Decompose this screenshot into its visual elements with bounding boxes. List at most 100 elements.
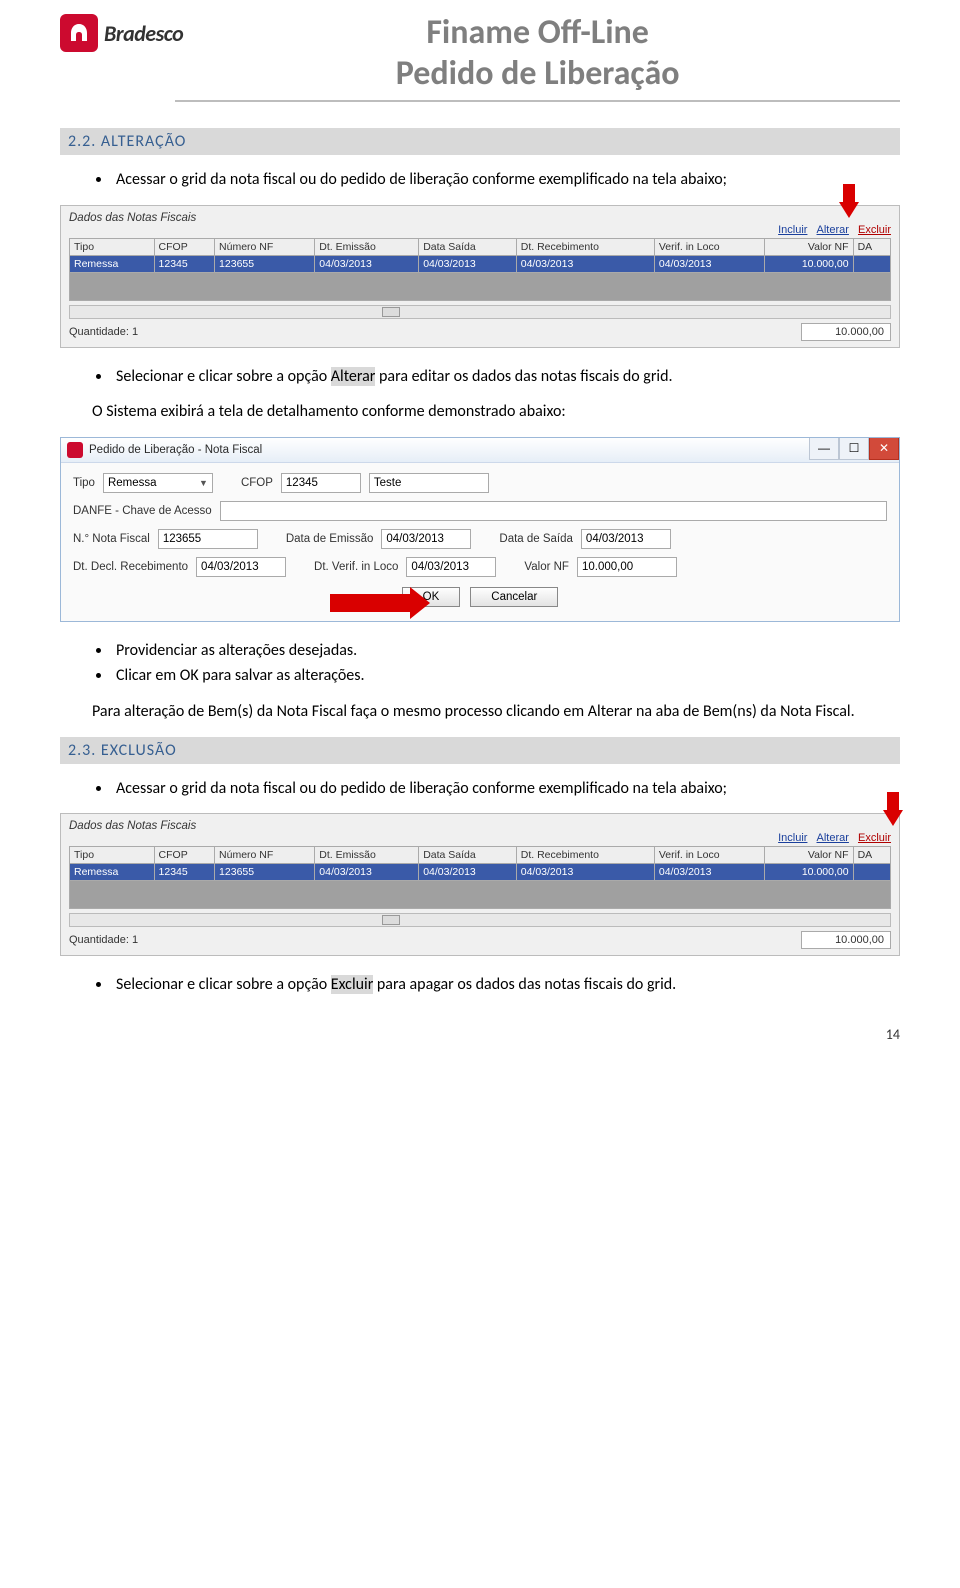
cell-receb: 04/03/2013: [516, 255, 654, 272]
nnota-input[interactable]: [158, 529, 258, 549]
page-header: Bradesco Finame Off-Line Pedido de Liber…: [60, 12, 900, 118]
tipo-value: Remessa: [108, 477, 157, 489]
dialog-titlebar[interactable]: Pedido de Liberação - Nota Fiscal — ☐ ✕: [61, 438, 899, 463]
arrow-tip-icon: [410, 587, 430, 619]
cell-saida: 04/03/2013: [419, 255, 517, 272]
bullet-list: Providenciar as alterações desejadas. Cl…: [60, 640, 900, 687]
cell-tipo: Remessa: [70, 864, 155, 881]
bullet-list: Acessar o grid da nota fiscal ou do pedi…: [60, 169, 900, 191]
col-da: DA: [853, 847, 890, 864]
minimize-button[interactable]: —: [809, 438, 839, 460]
title-underline: [175, 100, 900, 102]
col-numero: Número NF: [215, 238, 315, 255]
cell-emissao: 04/03/2013: [315, 864, 419, 881]
cell-valor: 10.000,00: [765, 864, 853, 881]
bullet-list: Selecionar e clicar sobre a opção Altera…: [60, 366, 900, 388]
notas-grid[interactable]: Tipo CFOP Número NF Dt. Emissão Data Saí…: [69, 846, 891, 909]
nota-fiscal-dialog: Pedido de Liberação - Nota Fiscal — ☐ ✕ …: [60, 437, 900, 622]
link-incluir[interactable]: Incluir: [778, 224, 807, 236]
label-dtrec: Dt. Decl. Recebimento: [73, 561, 188, 573]
bullet-item: Selecionar e clicar sobre a opção Altera…: [112, 366, 900, 388]
app-icon: [67, 442, 83, 458]
col-valor: Valor NF: [765, 238, 853, 255]
cell-verif: 04/03/2013: [654, 255, 764, 272]
horizontal-scrollbar[interactable]: [69, 913, 891, 927]
danfe-input[interactable]: [220, 501, 887, 521]
close-button[interactable]: ✕: [869, 438, 899, 460]
col-saida: Data Saída: [419, 238, 517, 255]
bullet-item: Acessar o grid da nota fiscal ou do pedi…: [112, 778, 900, 800]
col-cfop: CFOP: [154, 238, 215, 255]
notas-panel: Dados das Notas Fiscais Incluir Alterar …: [60, 205, 900, 348]
qty-value: 1: [132, 934, 138, 946]
text: para apagar os dados das notas fiscais d…: [373, 975, 676, 994]
col-saida: Data Saída: [419, 847, 517, 864]
dtsai-input[interactable]: [581, 529, 671, 549]
col-receb: Dt. Recebimento: [516, 238, 654, 255]
panel-action-links: Incluir Alterar Excluir: [69, 224, 891, 236]
col-cfop: CFOP: [154, 847, 215, 864]
table-empty-row: [70, 881, 891, 909]
cell-numero: 123655: [215, 255, 315, 272]
scroll-thumb[interactable]: [382, 915, 400, 925]
brand-text: Bradesco: [104, 20, 183, 47]
doc-title-1: Finame Off-Line: [175, 12, 900, 53]
notas-panel: Dados das Notas Fiscais Incluir Alterar …: [60, 813, 900, 956]
dtver-input[interactable]: [406, 557, 496, 577]
col-tipo: Tipo: [70, 847, 155, 864]
notas-grid[interactable]: Tipo CFOP Número NF Dt. Emissão Data Saí…: [69, 238, 891, 301]
bullet-list: Selecionar e clicar sobre a opção Exclui…: [60, 974, 900, 996]
label-tipo: Tipo: [73, 477, 95, 489]
text: para editar os dados das notas fiscais d…: [375, 367, 672, 386]
cell-valor: 10.000,00: [765, 255, 853, 272]
cell-saida: 04/03/2013: [419, 864, 517, 881]
link-alterar[interactable]: Alterar: [817, 224, 849, 236]
total-box: 10.000,00: [801, 323, 891, 341]
table-row[interactable]: Remessa 12345 123655 04/03/2013 04/03/20…: [70, 864, 891, 881]
tipo-select[interactable]: Remessa ▼: [103, 473, 213, 493]
red-arrow-icon: [883, 810, 903, 826]
highlight-excluir: Excluir: [331, 975, 373, 994]
cell-emissao: 04/03/2013: [315, 255, 419, 272]
col-valor: Valor NF: [765, 847, 853, 864]
red-arrow-to-ok: [330, 587, 430, 619]
page-number: 14: [60, 1026, 900, 1043]
link-incluir[interactable]: Incluir: [778, 832, 807, 844]
cell-numero: 123655: [215, 864, 315, 881]
valor-input[interactable]: [577, 557, 677, 577]
cfop-desc-input[interactable]: [369, 473, 489, 493]
table-empty-row: [70, 272, 891, 300]
cfop-input[interactable]: [281, 473, 361, 493]
link-excluir[interactable]: Excluir: [858, 832, 891, 844]
label-dtemi: Data de Emissão: [286, 533, 374, 545]
dtemi-input[interactable]: [381, 529, 471, 549]
window-buttons: — ☐ ✕: [809, 438, 899, 460]
table-header-row: Tipo CFOP Número NF Dt. Emissão Data Saí…: [70, 238, 891, 255]
bradesco-logo-icon: [60, 14, 98, 52]
dialog-button-row: OK Cancelar: [73, 587, 887, 607]
grid-screenshot-alterar: Dados das Notas Fiscais Incluir Alterar …: [60, 205, 900, 348]
panel-footer: Quantidade: 1 10.000,00: [69, 323, 891, 341]
horizontal-scrollbar[interactable]: [69, 305, 891, 319]
table-row[interactable]: Remessa 12345 123655 04/03/2013 04/03/20…: [70, 255, 891, 272]
link-excluir[interactable]: Excluir: [858, 224, 891, 236]
maximize-button[interactable]: ☐: [839, 438, 869, 460]
link-alterar[interactable]: Alterar: [817, 832, 849, 844]
col-verif: Verif. in Loco: [654, 238, 764, 255]
highlight-alterar: Alterar: [331, 367, 376, 386]
text: Selecionar e clicar sobre a opção: [116, 975, 331, 994]
dtrec-input[interactable]: [196, 557, 286, 577]
arrow-stem: [887, 792, 899, 812]
scroll-thumb[interactable]: [382, 307, 400, 317]
section-heading-22: 2.2. ALTERAÇÃO: [60, 128, 900, 155]
table-header-row: Tipo CFOP Número NF Dt. Emissão Data Saí…: [70, 847, 891, 864]
text: Selecionar e clicar sobre a opção: [116, 367, 331, 386]
arrow-shaft: [330, 594, 410, 612]
dialog-form: Tipo Remessa ▼ CFOP DANFE - Chave de Ace…: [61, 463, 899, 621]
panel-title: Dados das Notas Fiscais: [69, 820, 891, 832]
col-emissao: Dt. Emissão: [315, 847, 419, 864]
bullet-item: Acessar o grid da nota fiscal ou do pedi…: [112, 169, 900, 191]
cancel-button[interactable]: Cancelar: [470, 587, 558, 607]
dialog-title: Pedido de Liberação - Nota Fiscal: [89, 444, 262, 456]
grid-screenshot-excluir: Dados das Notas Fiscais Incluir Alterar …: [60, 813, 900, 956]
